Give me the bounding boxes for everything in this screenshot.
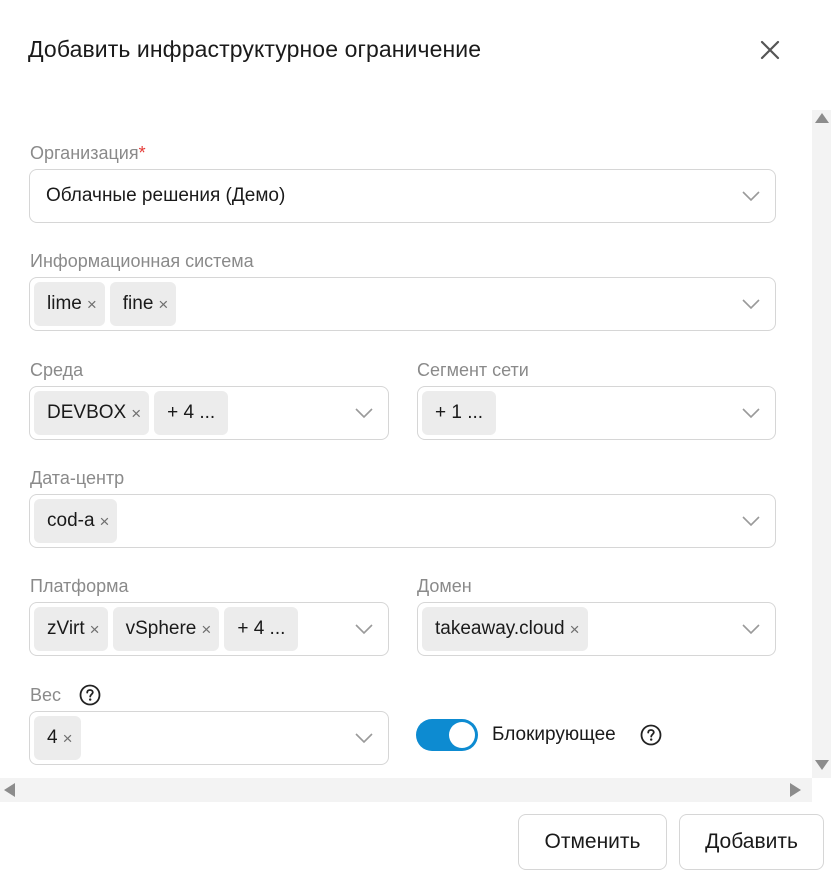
chevron-down-icon xyxy=(742,408,760,419)
environment-label: Среда xyxy=(30,360,84,380)
horizontal-scrollbar[interactable] xyxy=(0,778,812,802)
chip-remove-icon[interactable]: × xyxy=(201,621,211,638)
chip: cod-a × xyxy=(34,499,118,543)
toggle-knob xyxy=(449,722,475,748)
platform-select[interactable]: zVirt × vSphere × + 4 ... xyxy=(29,602,389,656)
chip-remove-icon[interactable]: × xyxy=(570,621,580,638)
scroll-down-icon[interactable] xyxy=(815,760,829,770)
chip: lime × xyxy=(34,282,105,326)
chip: fine × xyxy=(109,282,177,326)
question-circle-icon[interactable] xyxy=(79,684,101,706)
chevron-down-icon xyxy=(742,516,760,527)
add-button[interactable]: Добавить xyxy=(679,814,824,870)
chip-remove-icon[interactable]: × xyxy=(63,730,73,747)
blocking-label: Блокирующее xyxy=(492,724,616,745)
domain-label: Домен xyxy=(417,576,472,596)
more-chip[interactable]: + 1 ... xyxy=(422,391,497,435)
chip-remove-icon[interactable]: × xyxy=(87,296,97,313)
weight-select[interactable]: 4 × xyxy=(29,711,389,765)
modal-title: Добавить инфраструктурное ограничение xyxy=(28,36,482,62)
chip: zVirt × xyxy=(34,607,108,651)
datacenter-select[interactable]: cod-a × xyxy=(29,494,776,548)
chevron-down-icon xyxy=(355,624,373,635)
environment-select[interactable]: DEVBOX × + 4 ... xyxy=(29,386,389,440)
organization-select[interactable]: Облачные решения (Демо) xyxy=(29,169,776,223)
chip: DEVBOX × xyxy=(34,391,150,435)
network-segment-select[interactable]: + 1 ... xyxy=(417,386,776,440)
chevron-down-icon xyxy=(355,408,373,419)
chip-remove-icon[interactable]: × xyxy=(131,405,141,422)
more-chip[interactable]: + 4 ... xyxy=(224,607,299,651)
scroll-left-icon[interactable] xyxy=(4,783,15,797)
scroll-right-icon[interactable] xyxy=(790,783,801,797)
vertical-scrollbar[interactable] xyxy=(812,110,831,778)
cancel-button[interactable]: Отменить xyxy=(518,814,667,870)
chevron-down-icon xyxy=(742,191,760,202)
info-system-label: Информационная система xyxy=(30,251,254,271)
more-chip[interactable]: + 4 ... xyxy=(154,391,229,435)
chip: takeaway.cloud × xyxy=(422,607,588,651)
network-segment-label: Сегмент сети xyxy=(417,360,529,380)
required-mark: * xyxy=(138,143,146,163)
info-system-select[interactable]: lime × fine × xyxy=(29,277,776,331)
organization-label: Организация* xyxy=(30,143,146,163)
chip-remove-icon[interactable]: × xyxy=(158,296,168,313)
blocking-toggle[interactable] xyxy=(416,719,478,751)
weight-label: Вес xyxy=(30,685,62,705)
chevron-down-icon xyxy=(742,299,760,310)
chevron-down-icon xyxy=(742,624,760,635)
question-circle-icon[interactable] xyxy=(640,724,662,746)
chip-remove-icon[interactable]: × xyxy=(100,513,110,530)
datacenter-label: Дата-центр xyxy=(30,468,125,488)
domain-select[interactable]: takeaway.cloud × xyxy=(417,602,776,656)
chip: 4 × xyxy=(34,716,81,760)
scroll-up-icon[interactable] xyxy=(815,113,829,123)
close-icon[interactable] xyxy=(756,36,784,64)
chip-remove-icon[interactable]: × xyxy=(90,621,100,638)
chip: vSphere × xyxy=(112,607,220,651)
organization-value: Облачные решения (Демо) xyxy=(46,185,286,206)
platform-label: Платформа xyxy=(30,576,129,596)
chevron-down-icon xyxy=(355,733,373,744)
